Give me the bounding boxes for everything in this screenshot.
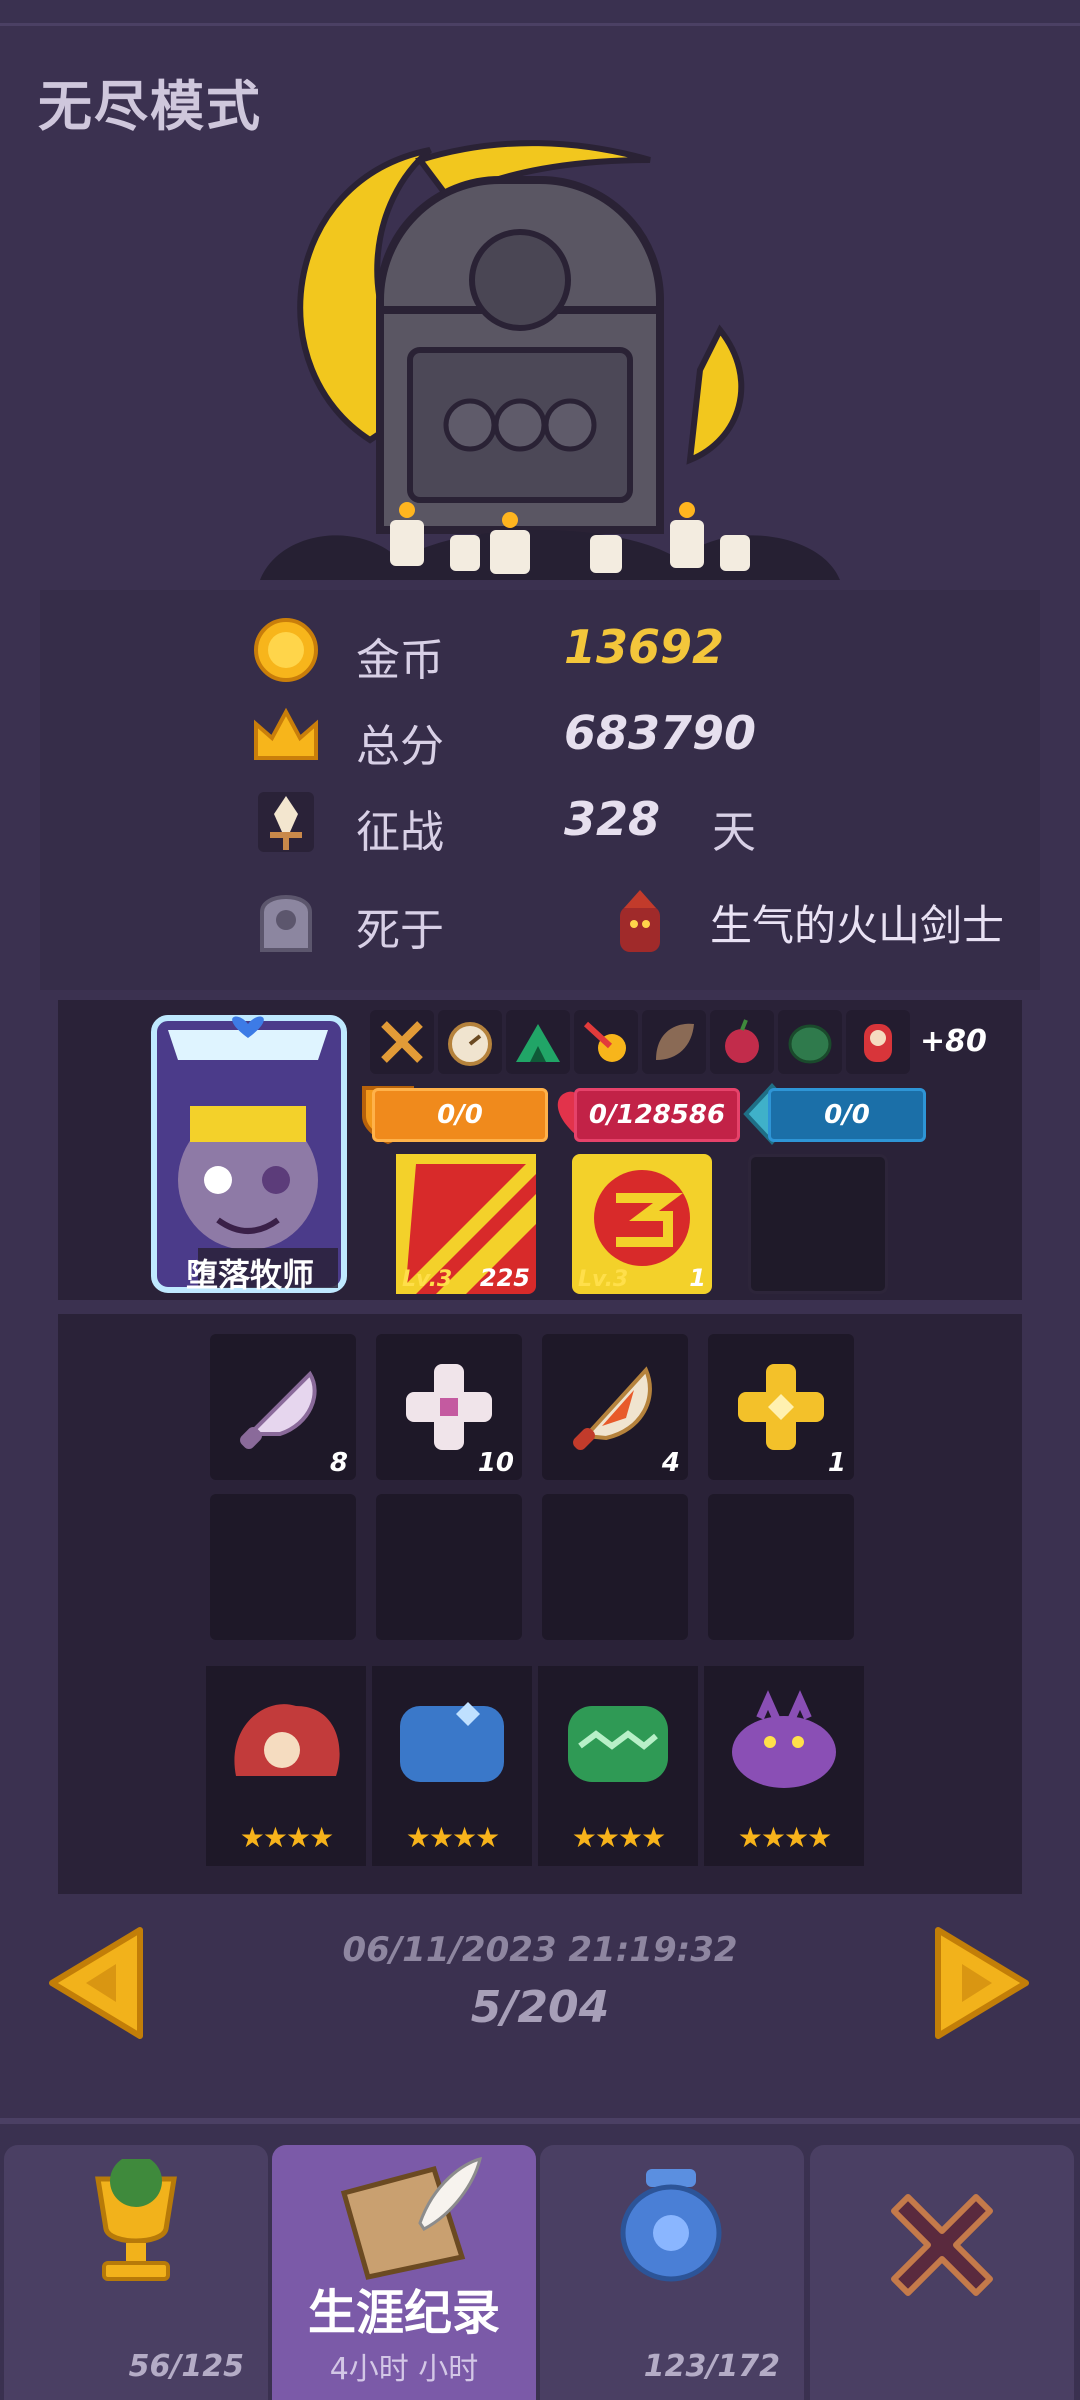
skill-slot-2[interactable]: Lv.3 1 [572,1154,712,1294]
close-button[interactable] [810,2145,1074,2400]
purple-ogre-icon [732,1690,836,1788]
campaign-row: 征战 328 天 [40,782,1040,862]
hero-name: 堕落牧师 [185,1256,314,1294]
campaign-unit: 天 [712,807,756,858]
tab-label: 生涯纪录 [307,2285,500,2341]
ally-card[interactable]: ★★★★ [704,1666,864,1866]
tombstone-crescent-illustration [260,140,840,580]
gold-label: 金币 [356,635,444,686]
skill-count: 225 [479,1264,530,1292]
tab-collection[interactable]: 123/172 [540,2145,804,2400]
relic-more-count[interactable]: +80 [920,1010,987,1078]
red-hedgehog-icon [234,1704,340,1776]
mana-bar: 0/0 [768,1088,926,1142]
close-icon [891,2194,993,2296]
gravestone-icon [260,895,312,952]
death-label: 死于 [356,905,444,956]
item-count: 1 [827,1448,846,1478]
doll-icon[interactable] [846,1010,910,1074]
relic-list: +80 [370,1010,987,1078]
tab-career-record[interactable]: 生涯纪录 4小时 小时 [272,2145,536,2400]
empty-item-slot[interactable] [376,1494,522,1640]
gold-coin-icon [254,618,318,682]
ally-stars: ★★★★ [405,1821,500,1854]
item-slot[interactable]: 4 [542,1334,688,1480]
trophy-icon [95,2159,177,2281]
killer-name: 生气的火山剑士 [710,901,1005,950]
item-count: 8 [329,1448,348,1478]
ally-card[interactable]: ★★★★ [538,1666,698,1866]
green-slime-icon [568,1706,668,1782]
skill-level: Lv.3 [402,1267,453,1292]
skill-slot-empty[interactable] [748,1154,888,1294]
skill-slot-1[interactable]: Lv.3 225 [396,1154,536,1294]
tab-count: 56/125 [128,2349,244,2384]
skill-level: Lv.3 [578,1267,629,1292]
tab-count: 123/172 [643,2349,780,2384]
page-title: 无尽模式 [38,75,262,138]
shield-bar: 0/0 [372,1088,548,1142]
gold-row: 金币 13692 [40,610,1040,690]
volcano-swordsman-icon [620,890,660,952]
item-slot[interactable]: 8 [210,1334,356,1480]
sword-icon [258,792,314,852]
crossed-swords-icon[interactable] [370,1010,434,1074]
health-bar: 0/128586 [574,1088,740,1142]
run-stats: 金币 13692 总分 683790 征战 328 天 死于 生气的火山剑士 [40,590,1040,990]
ally-stars: ★★★★ [571,1821,666,1854]
record-page-counter: 5/204 [470,1982,610,2033]
score-row: 总分 683790 [40,696,1040,776]
ally-stars: ★★★★ [239,1821,334,1854]
ally-stars: ★★★★ [737,1821,832,1854]
empty-item-slot[interactable] [542,1494,688,1640]
item-slot[interactable]: 1 [708,1334,854,1480]
score-value: 683790 [564,706,757,760]
score-label: 总分 [356,721,444,772]
apple-icon[interactable] [710,1010,774,1074]
top-bar [0,0,1080,26]
fire-arrow-icon[interactable] [574,1010,638,1074]
turtle-shell-icon[interactable] [778,1010,842,1074]
empty-item-slot[interactable] [210,1494,356,1640]
ally-card[interactable]: ★★★★ [206,1666,366,1866]
tent-icon[interactable] [506,1010,570,1074]
next-record-button[interactable] [932,1924,1032,2042]
scroll-quill-icon [340,2156,483,2280]
campaign-days: 328 [564,792,661,846]
crown-icon [254,707,318,760]
tab-achievements[interactable]: 56/125 [4,2145,268,2400]
item-count: 4 [661,1448,680,1478]
previous-record-button[interactable] [46,1924,146,2042]
death-row: 死于 生气的火山剑士 [40,880,1040,960]
skill-count: 1 [689,1264,706,1292]
ally-card[interactable]: ★★★★ [372,1666,532,1866]
record-datetime: 06/11/2023 21:19:32 [342,1930,738,1970]
gold-value: 13692 [564,620,725,674]
spiky-leaf-icon[interactable] [642,1010,706,1074]
blue-jar-icon [620,2169,722,2282]
item-count: 10 [477,1448,514,1478]
item-slot[interactable]: 10 [376,1334,522,1480]
empty-item-slot[interactable] [708,1494,854,1640]
tab-subtext: 4小时 小时 [329,2352,479,2387]
blue-golem-icon [400,1702,504,1782]
campaign-label: 征战 [356,807,444,858]
stopwatch-icon[interactable] [438,1010,502,1074]
